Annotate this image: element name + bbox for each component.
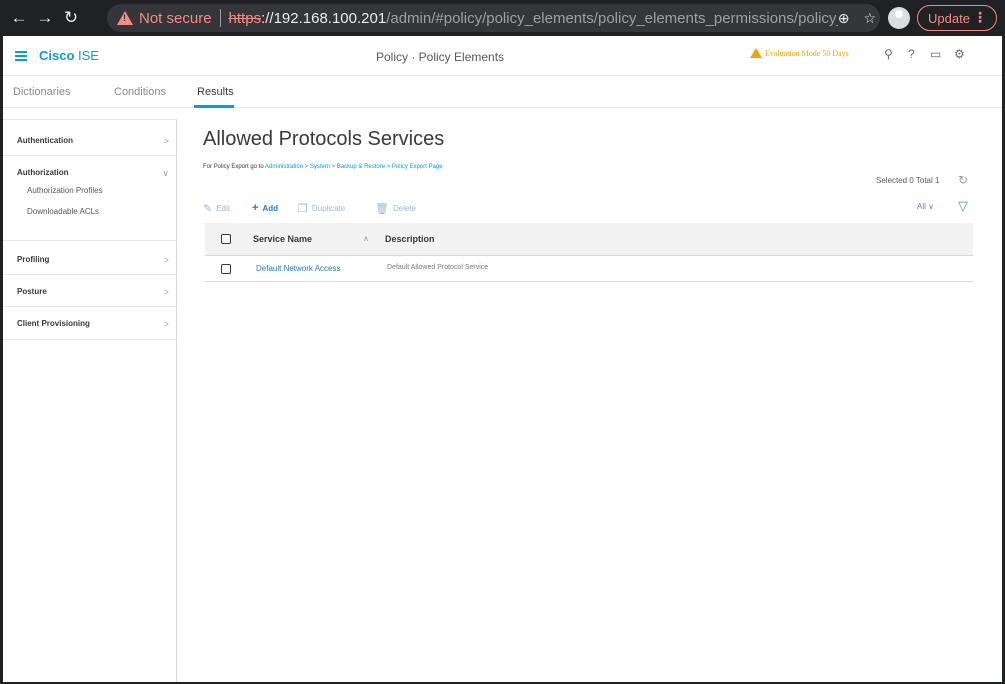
page-title: Allowed Protocols Services	[203, 128, 445, 150]
column-header-service-name[interactable]: Service Name	[253, 234, 312, 244]
export-hint-text: For Policy Export go to	[203, 164, 266, 170]
sidebar-item-client-provisioning[interactable]: Client Provisioning >	[3, 319, 177, 329]
search-icon[interactable]: ⚲	[884, 47, 893, 61]
divider	[3, 240, 177, 241]
bookmark-star-icon[interactable]: ☆	[863, 10, 876, 27]
sidebar-subitem-authorization-profiles[interactable]: Authorization Profiles	[27, 186, 103, 195]
zoom-icon[interactable]: ⊕	[838, 10, 850, 27]
update-button[interactable]: Update ⋮	[917, 5, 997, 31]
sidebar-item-posture[interactable]: Posture >	[3, 287, 177, 297]
warning-icon	[117, 11, 133, 25]
brand-cisco: Cisco	[39, 48, 75, 63]
active-tab-indicator	[194, 105, 234, 108]
update-label: Update	[928, 10, 970, 26]
tab-results[interactable]: Results	[197, 86, 234, 98]
delete-label: Delete	[392, 204, 417, 213]
chevron-down-icon: ∨	[162, 168, 169, 178]
divider	[3, 339, 177, 340]
divider	[3, 155, 177, 156]
chevron-right-icon: >	[163, 287, 169, 297]
table-row[interactable]: Default Network Access Default Allowed P…	[205, 256, 973, 282]
sort-ascending-icon[interactable]: ∧	[363, 234, 369, 243]
chevron-right-icon: >	[163, 136, 169, 146]
help-icon[interactable]: ?	[908, 47, 915, 61]
policy-export-link[interactable]: Administration > System > Backup & Resto…	[265, 164, 443, 170]
edit-button[interactable]: ✎ Edit	[203, 202, 230, 215]
row-checkbox[interactable]	[221, 264, 231, 274]
app-header: Cisco ISE Policy · Policy Elements Evalu…	[3, 36, 1002, 76]
pencil-icon: ✎	[203, 203, 213, 215]
sidebar-item-authorization[interactable]: Authorization ∨	[3, 168, 177, 178]
sidebar-item-authentication[interactable]: Authentication >	[3, 136, 177, 146]
url-scheme: https	[228, 9, 262, 27]
divider	[3, 306, 177, 307]
plus-icon: +	[252, 202, 259, 214]
chevron-down-icon: ∨	[928, 202, 934, 211]
service-description: Default Allowed Protocol Service	[387, 264, 489, 271]
filter-icon[interactable]: ▽	[958, 198, 968, 214]
evaluation-notice[interactable]: Evaluation Mode 50 Days	[750, 48, 849, 58]
sidebar-subitem-downloadable-acls[interactable]: Downloadable ACLs	[27, 207, 99, 216]
chevron-right-icon: >	[163, 319, 169, 329]
column-header-description[interactable]: Description	[385, 234, 435, 244]
duplicate-button[interactable]: ❐ Duplicate	[298, 202, 345, 215]
address-bar-actions: ⊕ ☆	[837, 4, 880, 32]
quick-filter-value: All	[917, 202, 926, 211]
back-arrow-icon[interactable]: ←	[6, 5, 32, 31]
refresh-icon[interactable]: ↻	[958, 173, 968, 187]
reload-icon[interactable]: ↻	[58, 5, 84, 31]
page-heading: Policy · Policy Elements	[376, 50, 505, 64]
settings-gear-icon[interactable]: ⚙	[954, 47, 965, 61]
sidebar-item-label: Authorization	[17, 168, 69, 177]
ise-app: Cisco ISE Policy · Policy Elements Evalu…	[3, 36, 1002, 682]
brand-logo[interactable]: Cisco ISE	[39, 48, 99, 63]
evaluation-warning-icon	[750, 48, 762, 58]
duplicate-label: Duplicate	[311, 204, 346, 213]
tab-dictionaries[interactable]: Dictionaries	[13, 86, 70, 98]
sidebar: Authentication > Authorization ∨ Authori…	[3, 119, 177, 682]
select-all-checkbox[interactable]	[221, 234, 231, 244]
notifications-icon[interactable]: ▭	[930, 47, 941, 61]
delete-button[interactable]: 🗑 Delete	[375, 202, 416, 215]
sidebar-item-profiling[interactable]: Profiling >	[3, 255, 177, 265]
quick-filter-dropdown[interactable]: All ∨	[917, 202, 934, 211]
url-host: ://192.168.100.201	[261, 9, 387, 27]
sidebar-item-label: Authentication	[17, 136, 73, 145]
add-button[interactable]: + Add	[252, 202, 278, 214]
service-name-link[interactable]: Default Network Access	[256, 264, 340, 273]
tab-conditions[interactable]: Conditions	[114, 86, 166, 98]
selection-count: Selected 0 Total 1	[876, 176, 940, 185]
sidebar-item-label: Posture	[17, 287, 47, 296]
evaluation-text: Evaluation Mode 50 Days	[765, 48, 849, 58]
table-header: Service Name ∧ Description	[205, 223, 973, 256]
edit-label: Edit	[216, 204, 231, 213]
divider	[3, 274, 177, 275]
brand-ise: ISE	[74, 48, 99, 63]
add-label: Add	[262, 203, 278, 213]
trash-icon: 🗑	[375, 203, 389, 215]
forward-arrow-icon[interactable]: →	[32, 5, 58, 31]
chevron-right-icon: >	[163, 255, 169, 265]
address-bar[interactable]: Not secure https://192.168.100.201/admin…	[107, 4, 880, 32]
sidebar-item-label: Profiling	[17, 255, 50, 264]
more-menu-icon[interactable]: ⋮	[973, 9, 987, 26]
policy-export-hint: For Policy Export go to Administration >…	[203, 164, 443, 170]
sub-tabs: Dictionaries Conditions Results	[3, 76, 1002, 108]
url-divider	[219, 9, 221, 27]
profile-avatar[interactable]	[888, 7, 910, 29]
duplicate-icon: ❐	[298, 203, 308, 215]
security-label[interactable]: Not secure	[139, 10, 212, 27]
url-path: /admin/#policy/policy_elements/policy_el…	[386, 9, 869, 27]
sidebar-item-label: Client Provisioning	[17, 319, 90, 328]
hamburger-menu-icon[interactable]	[15, 51, 27, 61]
